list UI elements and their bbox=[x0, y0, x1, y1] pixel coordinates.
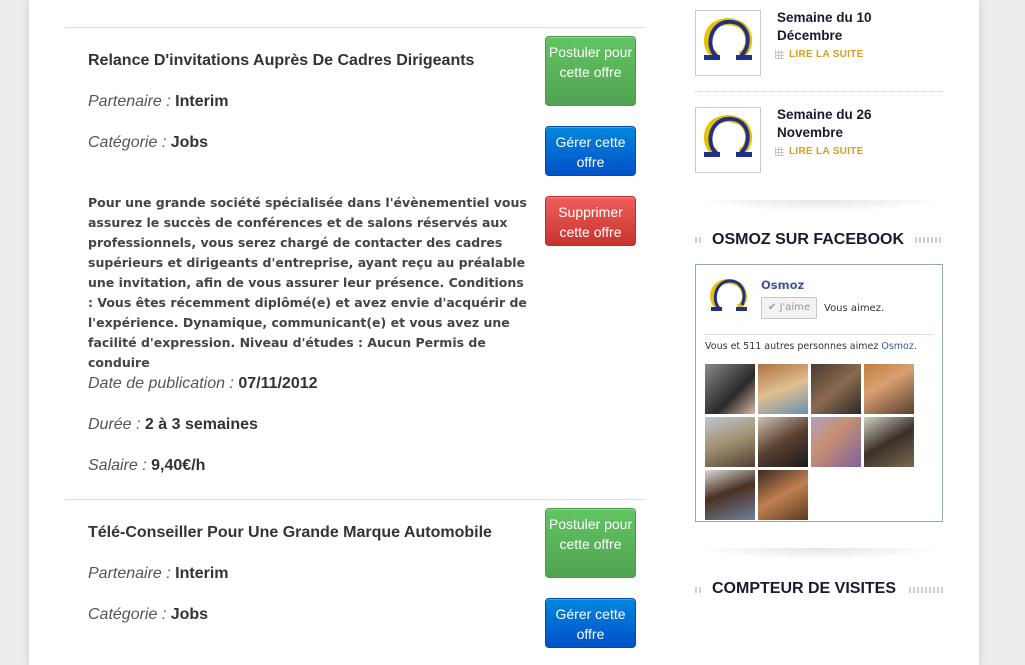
salary-label: Salaire bbox=[88, 457, 138, 474]
apply-button[interactable]: Postuler pour cette offre bbox=[545, 508, 636, 578]
job-duration: Durée : 2 à 3 semaines bbox=[88, 416, 258, 433]
partner-value: Interim bbox=[175, 565, 229, 582]
title-decoration bbox=[695, 237, 703, 243]
fan-avatar[interactable] bbox=[811, 364, 861, 414]
fan-avatar[interactable] bbox=[705, 470, 755, 520]
job-title: Télé-Conseiller Pour Une Grande Marque A… bbox=[88, 524, 492, 541]
section-separator bbox=[695, 548, 945, 560]
title-decoration bbox=[915, 237, 943, 243]
job-divider bbox=[65, 27, 645, 28]
post-title[interactable]: Semaine du 10 Décembre bbox=[777, 9, 917, 45]
job-partner: Partenaire : Interim bbox=[88, 93, 229, 110]
salary-value: 9,40€/h bbox=[151, 457, 206, 474]
category-value: Jobs bbox=[170, 134, 209, 151]
date-value: 07/11/2012 bbox=[238, 375, 318, 392]
like-count-text: Vous et 511 autres personnes aimez bbox=[705, 341, 882, 352]
fan-avatar[interactable] bbox=[864, 417, 914, 467]
facebook-widget-title: OSMOZ SUR FACEBOOK bbox=[712, 231, 905, 248]
date-label: Date de publication bbox=[88, 375, 225, 392]
job-partner: Partenaire : Interim bbox=[88, 565, 229, 582]
delete-offer-button[interactable]: Supprimer cette offre bbox=[545, 196, 636, 246]
facebook-page-link[interactable]: Osmoz bbox=[881, 341, 913, 352]
duration-value: 2 à 3 semaines bbox=[144, 416, 258, 433]
grid-icon bbox=[775, 147, 784, 156]
facebook-like-box: Osmoz ✔ J'aime Vous aimez. Vous et 511 a… bbox=[695, 264, 943, 522]
read-more-link[interactable]: LIRE LA SUITE bbox=[789, 49, 864, 60]
post-thumbnail[interactable] bbox=[695, 10, 761, 76]
job-category: Catégorie : Jobs bbox=[88, 606, 209, 623]
category-value: Jobs bbox=[170, 606, 209, 623]
fan-avatar[interactable] bbox=[758, 364, 808, 414]
category-label: Catégorie bbox=[88, 606, 158, 623]
partner-label: Partenaire bbox=[88, 565, 162, 582]
manage-offer-button[interactable]: Gérer cette offre bbox=[545, 598, 636, 648]
job-date: Date de publication : 07/11/2012 bbox=[88, 375, 318, 392]
apply-button[interactable]: Postuler pour cette offre bbox=[545, 36, 636, 106]
partner-value: Interim bbox=[175, 93, 229, 110]
facebook-like-count: Vous et 511 autres personnes aimez Osmoz… bbox=[705, 341, 917, 352]
job-title: Relance D'invitations Auprès De Cadres D… bbox=[88, 52, 475, 69]
check-icon: ✔ bbox=[768, 302, 780, 313]
like-label: J'aime bbox=[779, 302, 811, 313]
fan-avatar[interactable] bbox=[758, 417, 808, 467]
fan-avatar[interactable] bbox=[864, 364, 914, 414]
duration-label: Durée bbox=[88, 416, 132, 433]
section-separator bbox=[695, 200, 945, 212]
post-divider bbox=[695, 91, 943, 92]
visits-widget-title: COMPTEUR DE VISITES bbox=[712, 580, 897, 597]
job-salary: Salaire : 9,40€/h bbox=[88, 457, 206, 474]
title-decoration bbox=[695, 587, 703, 593]
osmoz-logo-icon bbox=[710, 278, 747, 311]
like-count-suffix: . bbox=[913, 341, 917, 352]
facebook-page-name[interactable]: Osmoz bbox=[761, 278, 804, 292]
post-thumbnail[interactable] bbox=[695, 107, 761, 173]
you-like-text: Vous aimez. bbox=[824, 303, 885, 314]
category-label: Catégorie bbox=[88, 134, 158, 151]
fan-avatar[interactable] bbox=[811, 417, 861, 467]
job-description: Pour une grande société spécialisée dans… bbox=[88, 195, 527, 370]
omega-logo-icon bbox=[704, 18, 752, 60]
fan-avatar[interactable] bbox=[705, 417, 755, 467]
fan-avatar[interactable] bbox=[758, 470, 808, 520]
grid-icon bbox=[775, 50, 784, 59]
facebook-like-button[interactable]: ✔ J'aime bbox=[761, 297, 817, 319]
facebook-divider bbox=[704, 334, 934, 335]
fan-avatar[interactable] bbox=[705, 364, 755, 414]
job-category: Catégorie : Jobs bbox=[88, 134, 209, 151]
post-title[interactable]: Semaine du 26 Novembre bbox=[777, 106, 917, 142]
read-more-link[interactable]: LIRE LA SUITE bbox=[789, 146, 864, 157]
job-divider bbox=[65, 499, 645, 500]
partner-label: Partenaire bbox=[88, 93, 162, 110]
page: Relance D'invitations Auprès De Cadres D… bbox=[29, 0, 979, 665]
title-decoration bbox=[909, 587, 943, 593]
omega-logo-icon bbox=[704, 115, 752, 157]
manage-offer-button[interactable]: Gérer cette offre bbox=[545, 126, 636, 176]
